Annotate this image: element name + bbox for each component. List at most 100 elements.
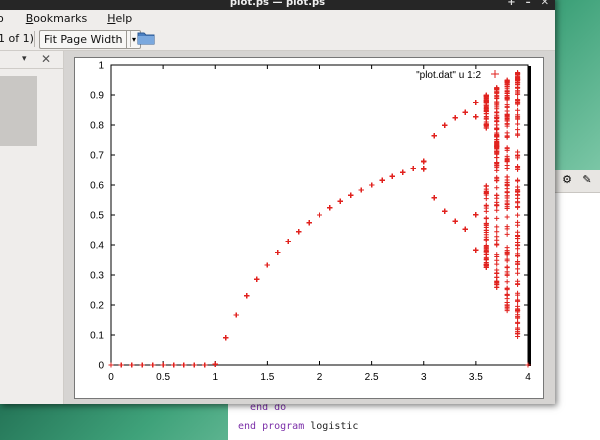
- data-series: [108, 70, 531, 368]
- data-point: [515, 331, 521, 337]
- toolbar-separator: [34, 31, 35, 47]
- data-point: [254, 276, 260, 282]
- data-point: [244, 293, 250, 299]
- data-point: [494, 185, 500, 191]
- maximize-icon[interactable]: +: [507, 0, 515, 10]
- minimize-icon[interactable]: –: [526, 0, 531, 10]
- data-point: [494, 242, 500, 248]
- data-point: [515, 270, 521, 276]
- data-point: [264, 262, 270, 268]
- y-tick-label: 1: [98, 61, 104, 72]
- data-point: [337, 198, 343, 204]
- data-point: [421, 165, 427, 171]
- data-point: [494, 215, 500, 221]
- data-point: [483, 215, 489, 221]
- x-tick-label: 0.5: [156, 372, 170, 383]
- close-icon[interactable]: ✕: [41, 51, 51, 68]
- data-point: [515, 281, 521, 287]
- y-tick-label: 0.4: [90, 241, 104, 252]
- data-point: [515, 219, 521, 225]
- page-thumbnail[interactable]: [0, 76, 37, 146]
- y-tick-label: 0.7: [90, 151, 104, 162]
- data-point: [494, 207, 500, 213]
- data-point: [515, 298, 521, 304]
- x-tick-label: 3.5: [469, 372, 483, 383]
- plot-frame-shadow: [528, 66, 531, 366]
- zoom-select[interactable]: Fit Page Width ▾: [39, 30, 142, 49]
- data-point: [181, 362, 187, 368]
- data-point: [515, 303, 521, 309]
- x-tick-label: 4: [525, 372, 531, 383]
- data-point: [171, 362, 177, 368]
- tools-icon[interactable]: ✎: [580, 173, 594, 187]
- data-point: [494, 224, 500, 230]
- data-point: [515, 178, 521, 184]
- data-point: [473, 212, 479, 218]
- data-point: [504, 174, 510, 180]
- y-tick-label: 0.6: [90, 181, 104, 192]
- data-point: [494, 122, 500, 128]
- search-replace-icon[interactable]: ⚙: [560, 173, 574, 187]
- data-point: [348, 192, 354, 198]
- toolbar: 1 of 1) Fit Page Width ▾: [0, 28, 555, 51]
- data-point: [400, 169, 406, 175]
- x-tick-label: 3: [421, 372, 427, 383]
- title-bar[interactable]: plot.ps — plot.ps + – ✕: [0, 0, 555, 10]
- chevron-down-icon[interactable]: ▾: [22, 54, 27, 64]
- menu-help[interactable]: Help: [95, 10, 140, 28]
- data-point: [462, 109, 468, 115]
- data-point: [515, 192, 521, 198]
- data-point: [462, 226, 468, 232]
- data-point: [285, 238, 291, 244]
- open-folder-button[interactable]: [137, 30, 157, 48]
- close-icon[interactable]: ✕: [541, 0, 549, 10]
- data-point: [118, 362, 124, 368]
- data-point: [212, 361, 218, 367]
- x-tick-label: 0: [108, 372, 114, 383]
- y-tick-label: 0: [98, 361, 104, 372]
- toolbar-separator: [130, 31, 131, 47]
- data-point: [515, 229, 521, 235]
- data-point: [515, 212, 521, 218]
- data-point: [515, 107, 521, 113]
- data-point: [150, 362, 156, 368]
- data-point: [515, 121, 521, 127]
- document-viewer-window: plot.ps — plot.ps + – ✕ o Bookmarks Help…: [0, 0, 555, 404]
- data-point: [504, 231, 510, 237]
- data-point: [473, 114, 479, 120]
- data-point: [442, 208, 448, 214]
- data-point: [389, 173, 395, 179]
- folder-icon: [137, 32, 155, 45]
- data-point: [410, 165, 416, 171]
- x-tick-label: 2.5: [365, 372, 379, 383]
- data-point: [494, 110, 500, 116]
- data-point: [494, 192, 500, 198]
- data-point: [160, 362, 166, 368]
- data-point: [504, 279, 510, 285]
- data-point: [494, 155, 500, 161]
- menu-go[interactable]: o: [0, 10, 12, 28]
- window-title: plot.ps — plot.ps: [229, 0, 326, 8]
- data-point: [515, 91, 521, 97]
- data-point: [431, 133, 437, 139]
- data-point: [515, 127, 521, 133]
- data-point: [483, 183, 489, 189]
- data-point: [233, 312, 239, 318]
- data-point: [504, 245, 510, 251]
- zoom-label: Fit Page Width: [44, 33, 123, 46]
- data-point: [452, 218, 458, 224]
- data-point: [306, 220, 312, 226]
- data-point: [504, 286, 510, 292]
- page-indicator[interactable]: 1 of 1): [0, 31, 34, 47]
- menu-bookmarks[interactable]: Bookmarks: [12, 10, 95, 28]
- data-point: [515, 319, 521, 325]
- data-point: [431, 195, 437, 201]
- y-tick-label: 0.3: [90, 271, 104, 282]
- data-point: [327, 205, 333, 211]
- data-point: [483, 237, 489, 243]
- document-area[interactable]: 0 0.1 0.2 0.3 0.4 0.5 0.6 0.7 0.8 0.9 1 0 0.5 1 1.5 2 2…: [64, 51, 555, 404]
- y-tick-label: 0.2: [90, 301, 104, 312]
- menu-bar: o Bookmarks Help: [0, 10, 555, 28]
- data-point: [275, 250, 281, 255]
- x-tick-label: 2: [317, 372, 323, 383]
